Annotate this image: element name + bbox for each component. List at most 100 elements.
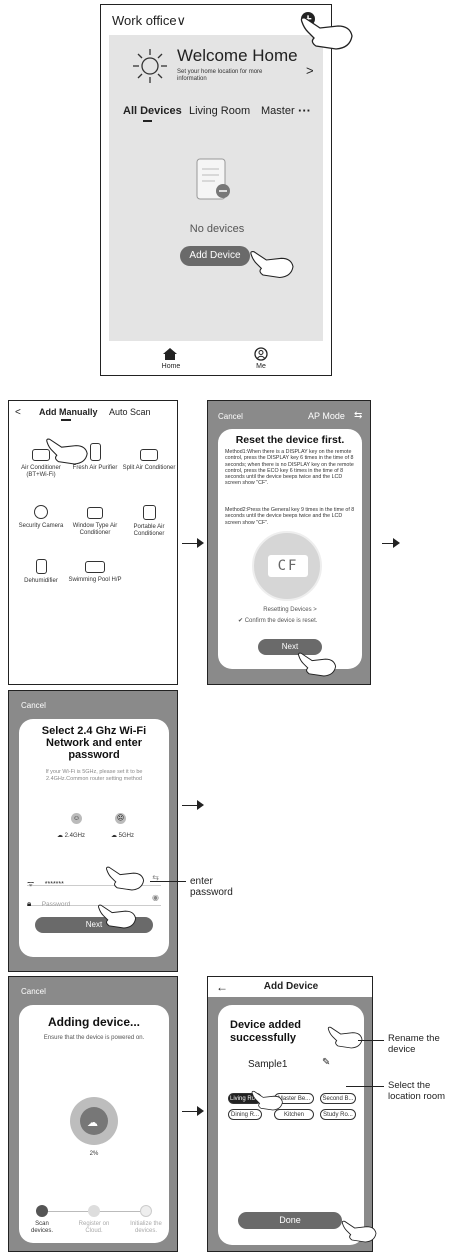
password-placeholder: Password [41, 901, 71, 908]
adding-title: Adding device... [47, 1015, 140, 1029]
device-label: Portable Air Conditioner [133, 524, 165, 537]
portable-ac-icon [142, 505, 156, 520]
person-icon[interactable] [254, 347, 268, 361]
done-button[interactable]: Done [238, 1212, 342, 1229]
tab-living-room[interactable]: Living Room [189, 105, 250, 117]
home-label: Home [161, 363, 181, 370]
split-ac-icon [140, 449, 158, 461]
swap-icon[interactable]: ⇆ [354, 410, 362, 421]
tab-indicator [143, 120, 152, 122]
band-24ghz: ☁ 2.4GHz [57, 833, 86, 839]
more-icon[interactable]: ··· [298, 103, 311, 118]
add-device-button[interactable]: Add Device [180, 246, 250, 266]
device-label: Dehumidifier [24, 578, 58, 584]
callout-line [358, 1040, 384, 1041]
step-scan-dot [36, 1205, 48, 1217]
pointer-hand-icon [327, 1026, 363, 1049]
screen-add-manually: < Add Manually Auto Scan Air Conditioner… [8, 400, 178, 685]
cancel-button[interactable]: Cancel [21, 701, 46, 710]
home-icon[interactable] [163, 348, 177, 360]
step-register-dot [88, 1205, 100, 1217]
chevron-down-icon: ∨ [176, 13, 187, 28]
back-icon[interactable]: < [15, 407, 21, 418]
tab-all-devices[interactable]: All Devices [123, 105, 182, 117]
device-dehumidifier[interactable]: Dehumidifier [11, 559, 71, 585]
device-security-camera[interactable]: Security Camera [11, 505, 71, 530]
cancel-button[interactable]: Cancel [21, 987, 46, 996]
wifi-title: Select 2.4 Ghz Wi-Fi Network and enter p… [41, 725, 147, 761]
band-24-label: 2.4GHz [64, 833, 86, 839]
password-field[interactable]: 🔒︎ Password ◉ [27, 893, 161, 908]
confirm-label: Confirm the device is reset. [244, 618, 318, 624]
device-label: Security Camera [18, 523, 64, 529]
screen-home: Work office∨ + Welcome Home Set your hom… [100, 4, 332, 376]
room-study[interactable]: Study Ro... [320, 1109, 356, 1120]
step-register-label: Register on Cloud. [78, 1221, 110, 1234]
screen-reset-device: Cancel AP Mode ⇆ Reset the device first.… [207, 400, 371, 685]
location-name: Work office [112, 13, 177, 28]
wifi-card: Select 2.4 Ghz Wi-Fi Network and enter p… [19, 719, 169, 957]
flow-arrow [182, 1106, 204, 1116]
welcome-card[interactable]: Welcome Home Set your home location for … [109, 35, 323, 97]
step-initialize-dot [140, 1205, 152, 1217]
device-split-ac[interactable]: Split Air Conditioner [119, 449, 177, 472]
tab-master[interactable]: Master [261, 105, 295, 117]
frown-icon: ☹ [115, 813, 126, 824]
adding-card: Adding device... Ensure that the device … [19, 1005, 169, 1243]
dehumidifier-icon [35, 559, 47, 574]
pointer-hand-icon [251, 1090, 283, 1111]
welcome-title: Welcome Home [177, 46, 298, 65]
device-window-ac[interactable]: Window Type Air Conditioner [65, 507, 125, 537]
tab-auto-scan[interactable]: Auto Scan [109, 407, 151, 417]
window-ac-icon [87, 507, 103, 519]
tab-indicator [61, 419, 71, 421]
device-label: Window Type Air Conditioner [72, 523, 118, 536]
device-name: Sample1 [248, 1059, 288, 1070]
callout-rename: Rename the device [388, 1033, 440, 1055]
step-initialize-label: Initialize the devices. [130, 1221, 162, 1234]
tab-add-manually[interactable]: Add Manually [39, 407, 98, 417]
lcd-code: CF [268, 555, 308, 577]
progress-inner: ☁ [80, 1107, 108, 1135]
callout-line [346, 1086, 384, 1087]
device-pool-hp[interactable]: Swimming Pool H/P [65, 561, 125, 584]
cloud-icon: ☁ [87, 1117, 98, 1129]
lcd-display: CF [252, 531, 322, 601]
reset-title: Reset the device first. [235, 434, 345, 446]
wifi-icon: ᯤ [27, 879, 35, 888]
progress-ring: ☁ [70, 1097, 118, 1145]
pointer-hand-icon [98, 904, 137, 929]
device-portable-ac[interactable]: Portable Air Conditioner [119, 505, 177, 538]
wifi-name: ******* [44, 881, 64, 888]
pointer-hand-icon [106, 866, 145, 891]
sun-icon [133, 49, 167, 83]
lock-icon: 🔒︎ [27, 899, 32, 908]
eye-icon[interactable]: ◉ [152, 893, 159, 902]
progress-label: 2% [89, 1151, 99, 1157]
confirm-checkbox[interactable]: ✔ Confirm the device is reset. [238, 618, 317, 625]
callout-line [150, 881, 186, 882]
device-label: Split Air Conditioner [122, 465, 176, 471]
reset-card: Reset the device first. Method1:When the… [218, 429, 362, 669]
check-icon: ✔ [238, 618, 244, 624]
me-label: Me [256, 363, 266, 370]
callout-select-room: Select the location room [388, 1080, 446, 1102]
flow-arrow [182, 800, 204, 810]
room-second-bedroom[interactable]: Second B... [320, 1093, 356, 1104]
empty-text: No devices [189, 223, 245, 235]
location-selector[interactable]: Work office∨ [112, 13, 186, 29]
method1-text: Method1:When there is a DISPLAY key on t… [225, 449, 354, 487]
welcome-subtitle: Set your home location for more informat… [177, 69, 263, 82]
step-scan-label: Scan devices. [30, 1221, 53, 1234]
screen-add-device-done: ← Add Device Device added successfully S… [207, 976, 373, 1252]
screen-adding-device: Cancel Adding device... Ensure that the … [8, 976, 178, 1252]
cancel-button[interactable]: Cancel [218, 412, 243, 421]
pencil-icon[interactable]: ✎ [322, 1057, 330, 1068]
flow-arrow [382, 538, 400, 548]
resetting-link[interactable]: Resetting Devices > [218, 607, 362, 614]
callout-enter-password: enter password [190, 876, 233, 898]
empty-document-icon [196, 158, 230, 200]
camera-icon [34, 505, 48, 519]
ap-mode-label: AP Mode [308, 411, 345, 421]
adding-subtitle: Ensure that the device is powered on. [43, 1035, 145, 1041]
